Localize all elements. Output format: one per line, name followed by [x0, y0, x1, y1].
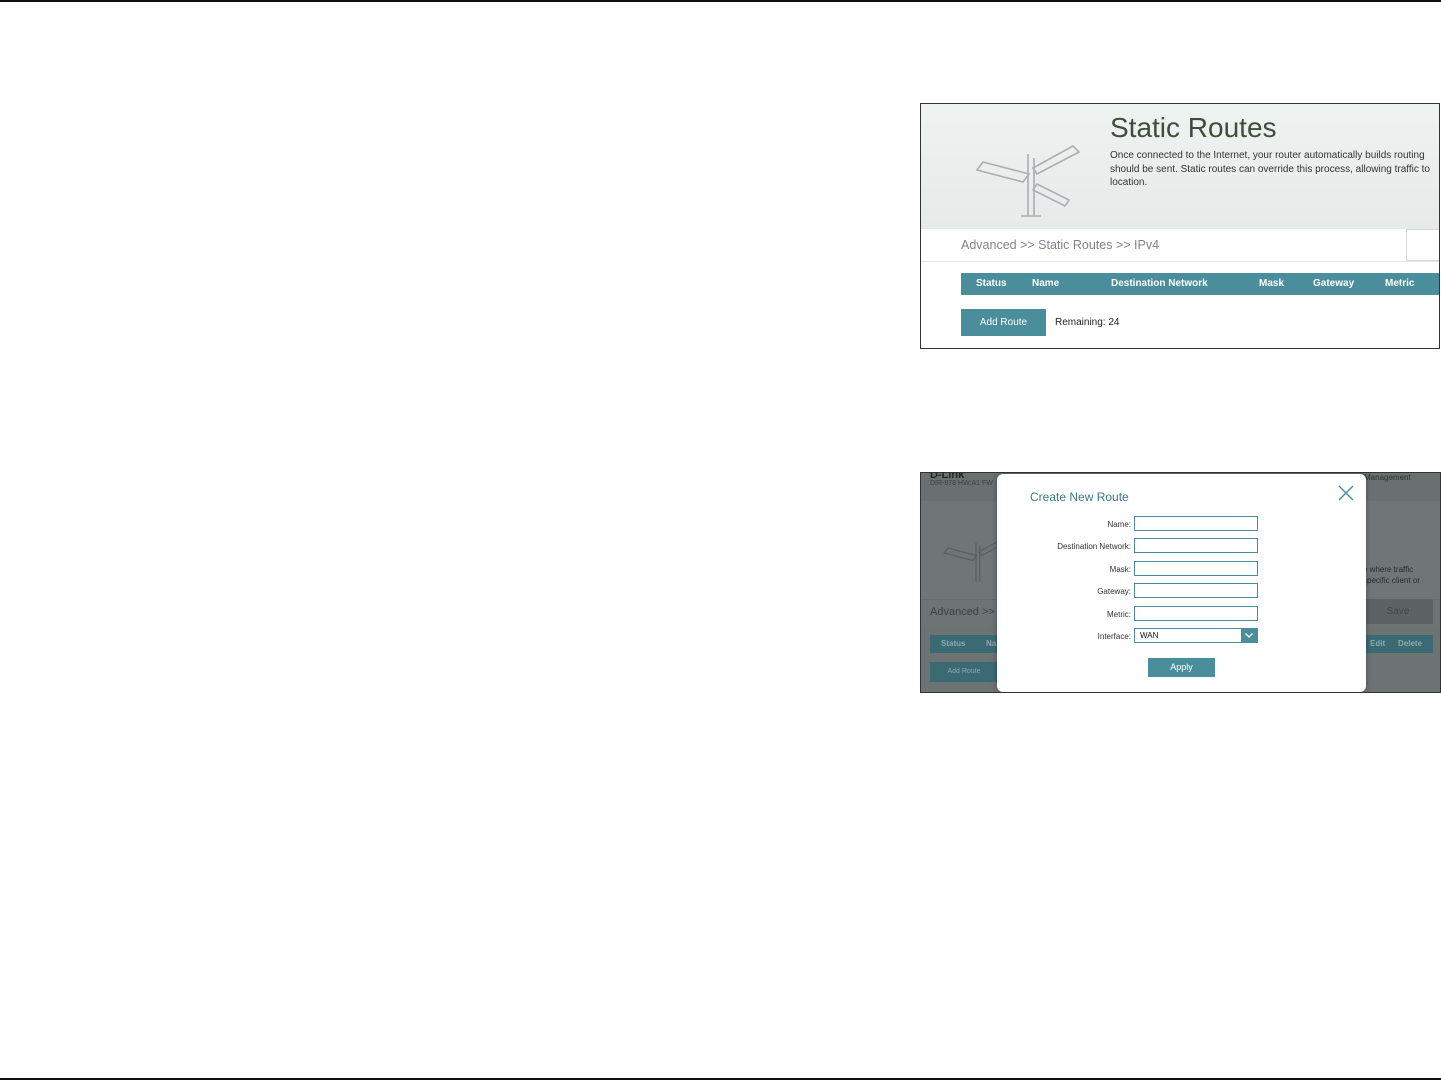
- interface-selected-value: WAN: [1140, 631, 1159, 640]
- gateway-label: Gateway:: [1097, 587, 1131, 596]
- name-label: Name:: [1107, 520, 1131, 529]
- background-column-name: Na: [986, 639, 997, 648]
- remaining-count: Remaining: 24: [1055, 317, 1120, 328]
- destination-network-label: Destination Network:: [1057, 542, 1131, 551]
- column-header-mask: Mask: [1259, 278, 1285, 289]
- metric-row: Metric:: [997, 606, 1366, 624]
- column-header-metric: Metric: [1385, 278, 1415, 289]
- column-header-destination-network: Destination Network: [1111, 278, 1208, 289]
- column-header-status: Status: [976, 278, 1007, 289]
- model-text: DIR-878 HW:A1 FW: [930, 480, 993, 487]
- background-add-route-button: Add Route: [930, 662, 998, 682]
- metric-input[interactable]: [1134, 606, 1258, 621]
- destination-network-input[interactable]: [1134, 538, 1258, 553]
- background-column-edit: Edit: [1370, 639, 1386, 648]
- mask-row: Mask:: [997, 561, 1366, 579]
- interface-label: Interface:: [1097, 632, 1131, 641]
- background-breadcrumb: Advanced >> S: [930, 606, 1006, 618]
- column-header-name: Name: [1032, 278, 1060, 289]
- mask-label: Mask:: [1109, 565, 1131, 574]
- create-route-screenshot: D-Link DIR-878 HW:A1 FW Management e whe…: [920, 472, 1441, 693]
- column-header-gateway: Gateway: [1313, 278, 1355, 289]
- top-rule: [0, 0, 1441, 2]
- background-save-button: Save: [1363, 599, 1433, 624]
- page-banner: Static Routes Once connected to the Inte…: [921, 104, 1439, 228]
- static-routes-screenshot: Static Routes Once connected to the Inte…: [920, 103, 1440, 349]
- signpost-icon: [975, 145, 1081, 217]
- interface-select[interactable]: WAN: [1134, 628, 1258, 643]
- routes-table-header: Status Name Destination Network Mask Gat…: [961, 273, 1439, 295]
- breadcrumb[interactable]: Advanced >> Static Routes >> IPv4: [961, 238, 1159, 252]
- gateway-row: Gateway:: [997, 583, 1366, 601]
- add-route-button[interactable]: Add Route: [961, 309, 1046, 336]
- interface-row: Interface: WAN: [997, 628, 1366, 646]
- background-column-status: Status: [941, 639, 966, 648]
- name-row: Name:: [997, 516, 1366, 534]
- create-route-modal: Create New Route Name: Destination Netwo…: [997, 474, 1366, 692]
- background-description: e where traffic specific client or: [1363, 565, 1420, 585]
- close-icon[interactable]: [1337, 484, 1355, 502]
- mask-input[interactable]: [1134, 561, 1258, 576]
- destination-network-row: Destination Network:: [997, 538, 1366, 556]
- gateway-input[interactable]: [1134, 583, 1258, 598]
- apply-button[interactable]: Apply: [1148, 658, 1215, 677]
- metric-label: Metric:: [1107, 610, 1131, 619]
- interface-dropdown-toggle[interactable]: [1241, 629, 1257, 642]
- chevron-down-icon: [1245, 633, 1253, 638]
- name-input[interactable]: [1134, 516, 1258, 531]
- breadcrumb-bar: Advanced >> Static Routes >> IPv4: [921, 228, 1439, 262]
- background-column-delete: Delete: [1398, 639, 1423, 648]
- modal-title: Create New Route: [1030, 490, 1129, 504]
- bottom-rule: [0, 1078, 1441, 1080]
- management-menu: Management: [1364, 473, 1411, 482]
- page-title: Static Routes: [1110, 112, 1277, 143]
- page-description: Once connected to the Internet, your rou…: [1110, 150, 1430, 188]
- save-button[interactable]: [1406, 229, 1439, 261]
